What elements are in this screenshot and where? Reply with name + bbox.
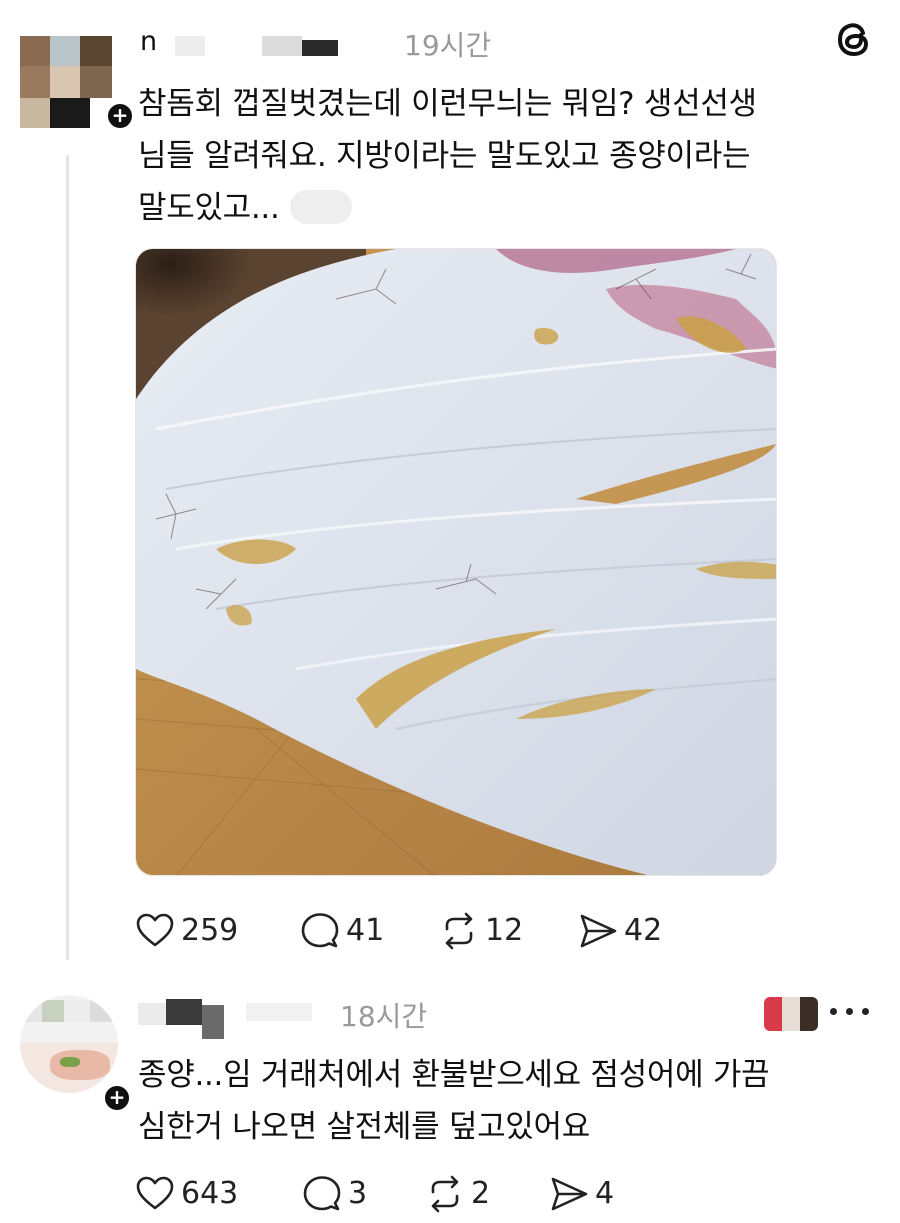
redacted-emoji [289, 190, 352, 224]
reaction-thumbnail[interactable] [764, 997, 818, 1031]
like-button[interactable]: 259 [135, 911, 255, 951]
username[interactable]: n [140, 26, 157, 57]
post-text-line: 참돔회 껍질벗겼는데 이런무늬는 뭐임? 생선선생 [138, 86, 757, 122]
post-image[interactable] [135, 248, 777, 876]
username-redacted [246, 1003, 312, 1021]
thread-post-1: + n 19시간 참돔회 껍질벗겼는데 이런무늬는 뭐임? 생선선생 님들 알려… [0, 0, 900, 975]
send-icon [580, 914, 617, 948]
like-count: 643 [181, 1176, 239, 1211]
reply-button[interactable]: 41 [300, 911, 400, 951]
post-text-line: 말도있고... [138, 190, 280, 226]
reply-count: 41 [346, 913, 385, 948]
repost-button[interactable]: 12 [439, 911, 539, 951]
avatar[interactable] [20, 36, 112, 128]
share-count: 4 [595, 1176, 615, 1211]
share-button[interactable]: 42 [578, 911, 678, 951]
post-text-line-wrap: 말도있고... [138, 182, 868, 234]
username-redacted [302, 40, 338, 56]
username-redacted [175, 36, 205, 56]
post-timestamp: 18시간 [340, 1000, 428, 1033]
post-actions: 643 3 2 4 [135, 1174, 695, 1214]
more-dots-icon[interactable] [830, 1005, 870, 1017]
speech-bubble-icon [301, 913, 339, 948]
share-button[interactable]: 4 [549, 1174, 629, 1214]
username-redacted [262, 36, 302, 56]
speech-bubble-icon [303, 1176, 341, 1211]
username-redacted [166, 999, 202, 1025]
heart-icon [136, 1176, 174, 1210]
avatar[interactable] [20, 995, 118, 1093]
repost-count: 2 [471, 1176, 491, 1211]
avatar-wrapper[interactable]: + [20, 36, 135, 131]
share-count: 42 [624, 913, 663, 948]
post-text-line: 님들 알려줘요. 지방이라는 말도있고 종양이라는 [138, 138, 751, 174]
heart-icon [136, 913, 174, 947]
threads-logo-icon[interactable] [834, 20, 874, 60]
reply-button[interactable]: 3 [302, 1174, 382, 1214]
reply-count: 3 [348, 1176, 368, 1211]
follow-plus-icon[interactable]: + [105, 101, 135, 131]
avatar-wrapper[interactable]: + [20, 995, 132, 1113]
follow-plus-icon[interactable]: + [102, 1083, 132, 1113]
repost-button[interactable]: 2 [425, 1174, 505, 1214]
like-button[interactable]: 643 [135, 1174, 255, 1214]
thread-post-2: + 18시간 종양...임 거래처에서 환불받으세요 점성어에 가끔 심한거 나… [0, 975, 900, 1223]
repost-arrows-icon [431, 1175, 459, 1213]
send-icon [551, 1177, 588, 1211]
post-body: 참돔회 껍질벗겼는데 이런무늬는 뭐임? 생선선생 님들 알려줘요. 지방이라는… [138, 78, 868, 234]
post-text-line: 종양...임 거래처에서 환불받으세요 점성어에 가끔 [138, 1057, 770, 1093]
post-body: 종양...임 거래처에서 환불받으세요 점성어에 가끔 심한거 나오면 살전체를… [138, 1049, 868, 1153]
like-count: 259 [181, 913, 239, 948]
repost-count: 12 [485, 913, 524, 948]
username-redacted [138, 1003, 166, 1025]
fish-fillet-photo [136, 249, 776, 875]
username-redacted [202, 1005, 224, 1039]
post-text-line: 심한거 나오면 살전체를 덮고있어요 [138, 1109, 590, 1145]
post-timestamp: 19시간 [404, 29, 492, 62]
repost-arrows-icon [445, 912, 473, 950]
thread-connector-line [66, 155, 69, 960]
post-actions: 259 41 12 42 [135, 911, 695, 951]
